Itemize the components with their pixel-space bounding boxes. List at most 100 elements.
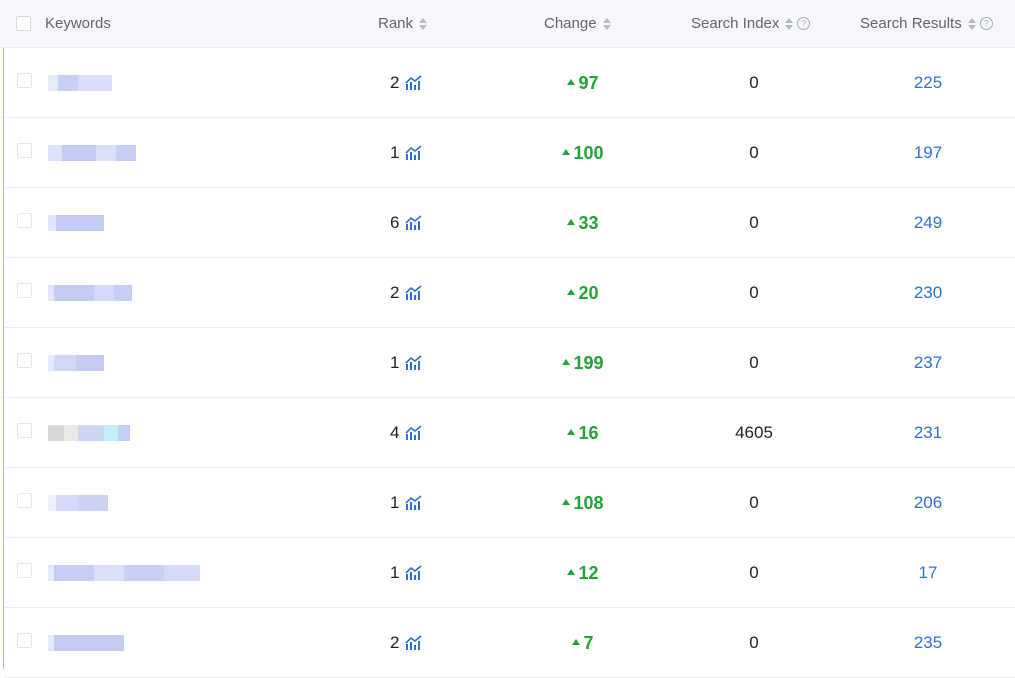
rank-cell: 2 [390, 48, 423, 118]
rank-cell: 1 [390, 538, 423, 608]
trend-chart-icon[interactable] [405, 355, 423, 371]
table-row: 1 108 0 206 [4, 468, 1015, 538]
row-checkbox[interactable] [17, 563, 32, 578]
change-cell: 97 [544, 48, 622, 118]
search-results-link[interactable]: 225 [878, 48, 978, 118]
change-value: 12 [578, 562, 599, 583]
row-checkbox[interactable] [17, 143, 32, 158]
search-index-value: 0 [749, 213, 759, 232]
row-checkbox[interactable] [17, 493, 32, 508]
triangle-up-icon [567, 289, 576, 295]
select-all-checkbox[interactable] [16, 16, 31, 31]
search-results-link[interactable]: 230 [878, 258, 978, 328]
header-keywords-label: Keywords [45, 15, 111, 32]
triangle-up-icon [567, 429, 576, 435]
search-results-link[interactable]: 206 [878, 468, 978, 538]
search-results-link[interactable]: 197 [878, 118, 978, 188]
trend-chart-icon[interactable] [405, 635, 423, 651]
header-search-results-label: Search Results [860, 15, 962, 32]
table-header: Keywords Rank Change Search Index ? Sear… [0, 0, 1015, 48]
triangle-up-icon [562, 149, 571, 155]
sort-icon[interactable] [602, 17, 611, 30]
row-checkbox[interactable] [17, 283, 32, 298]
header-search-index-label: Search Index [691, 15, 780, 32]
rank-value: 2 [390, 633, 400, 652]
rank-cell: 1 [390, 468, 423, 538]
trend-chart-icon[interactable] [405, 285, 423, 301]
change-value: 7 [583, 632, 594, 653]
row-checkbox[interactable] [17, 633, 32, 648]
keyword-redacted [48, 75, 112, 91]
trend-chart-icon[interactable] [405, 145, 423, 161]
search-index-value: 0 [749, 353, 759, 372]
help-icon[interactable]: ? [797, 17, 811, 30]
triangle-up-icon [562, 359, 571, 365]
rank-cell: 2 [390, 258, 423, 328]
table-row: 6 33 0 249 [4, 188, 1015, 258]
triangle-up-icon [567, 79, 576, 85]
search-results-link[interactable]: 17 [878, 538, 978, 608]
change-value: 108 [573, 492, 604, 513]
rank-value: 2 [390, 73, 400, 92]
keyword-redacted [48, 215, 104, 231]
change-value: 100 [573, 142, 604, 163]
table-row: 2 20 0 230 [4, 258, 1015, 328]
keyword-redacted [48, 495, 108, 511]
search-results-link[interactable]: 231 [878, 398, 978, 468]
table-row: 1 100 0 197 [4, 118, 1015, 188]
row-checkbox[interactable] [17, 353, 32, 368]
trend-chart-icon[interactable] [405, 425, 423, 441]
rank-cell: 2 [390, 608, 423, 678]
table-row: 2 97 0 225 [4, 48, 1015, 118]
row-checkbox[interactable] [17, 213, 32, 228]
row-checkbox[interactable] [17, 423, 32, 438]
rank-cell: 6 [390, 188, 423, 258]
rank-value: 4 [390, 423, 400, 442]
triangle-up-icon [567, 569, 576, 575]
rank-cell: 4 [390, 398, 423, 468]
table-row: 2 7 0 235 [4, 608, 1015, 678]
change-cell: 20 [544, 258, 622, 328]
rank-cell: 1 [390, 118, 423, 188]
header-change[interactable]: Change [544, 0, 611, 47]
header-rank-label: Rank [378, 15, 414, 32]
rank-value: 2 [390, 283, 400, 302]
keyword-redacted [48, 285, 132, 301]
rank-value: 1 [390, 563, 400, 582]
search-results-link[interactable]: 235 [878, 608, 978, 678]
search-index-value: 4605 [735, 423, 773, 442]
help-icon[interactable]: ? [979, 17, 993, 30]
keyword-redacted [48, 145, 136, 161]
search-index-value: 0 [749, 493, 759, 512]
search-results-link[interactable]: 237 [878, 328, 978, 398]
trend-chart-icon[interactable] [405, 495, 423, 511]
header-search-results[interactable]: Search Results ? [860, 0, 993, 47]
rank-value: 1 [390, 143, 400, 162]
rank-value: 1 [390, 353, 400, 372]
change-cell: 16 [544, 398, 622, 468]
trend-chart-icon[interactable] [405, 565, 423, 581]
sort-icon[interactable] [785, 17, 794, 30]
row-checkbox[interactable] [17, 73, 32, 88]
table-row: 1 199 0 237 [4, 328, 1015, 398]
change-cell: 33 [544, 188, 622, 258]
change-value: 16 [578, 422, 599, 443]
search-results-link[interactable]: 249 [878, 188, 978, 258]
search-index-value: 0 [749, 283, 759, 302]
header-search-index[interactable]: Search Index ? [691, 0, 811, 47]
triangle-up-icon [572, 639, 581, 645]
table-row: 4 16 4605 231 [4, 398, 1015, 468]
header-rank[interactable]: Rank [378, 0, 428, 47]
sort-icon[interactable] [967, 17, 976, 30]
keyword-redacted [48, 355, 104, 371]
sort-icon[interactable] [419, 17, 428, 30]
header-keywords: Keywords [16, 0, 111, 47]
trend-chart-icon[interactable] [405, 75, 423, 91]
rank-value: 6 [390, 213, 400, 232]
change-value: 199 [573, 352, 604, 373]
rank-cell: 1 [390, 328, 423, 398]
keyword-redacted [48, 635, 124, 651]
triangle-up-icon [562, 499, 571, 505]
trend-chart-icon[interactable] [405, 215, 423, 231]
change-cell: 100 [544, 118, 622, 188]
